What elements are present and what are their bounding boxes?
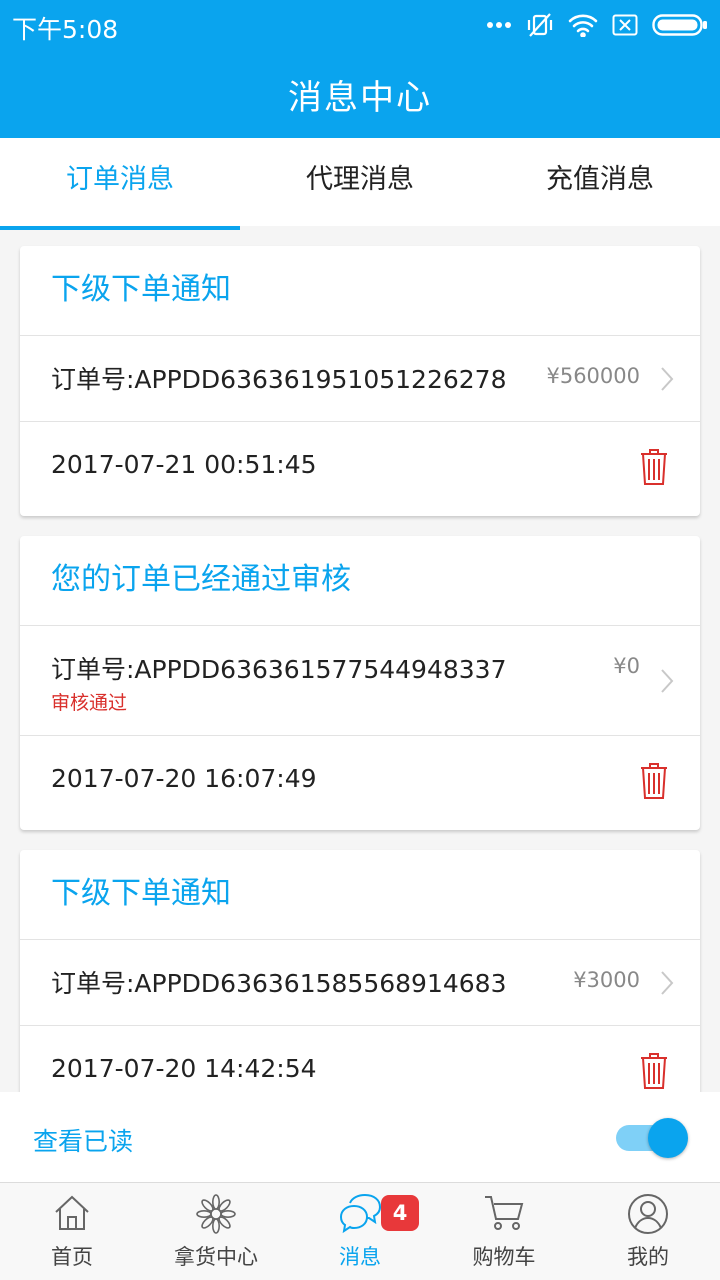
message-tabs: 订单消息 代理消息 充值消息 [0,138,720,230]
message-date: 2017-07-21 00:51:45 [51,450,317,479]
message-date: 2017-07-20 14:42:54 [51,1054,317,1083]
nav-messages[interactable]: 4 消息 [288,1183,432,1280]
trash-icon[interactable] [640,762,668,804]
chat-bubbles-icon [339,1193,382,1234]
profile-icon [628,1194,668,1234]
tab-recharge-messages[interactable]: 充值消息 [480,138,720,226]
show-read-label: 查看已读 [33,1127,134,1156]
message-card: 下级下单通知 订单号:APPDD636361585568914683 ¥3000… [20,850,700,1092]
status-time: 下午5:08 [12,15,119,44]
sim-off-icon [612,14,638,36]
date-row: 2017-07-21 00:51:45 [20,422,700,516]
flower-icon [196,1194,236,1234]
order-row[interactable]: 订单号:APPDD636361577544948337 审核通过 ¥0 [20,626,700,736]
app-header: 下午5:08 消息中心 [0,0,720,138]
order-price: ¥0 [613,654,640,678]
order-number: 订单号:APPDD636361951051226278 [51,365,507,394]
nav-label: 首页 [51,1245,93,1269]
order-status: 审核通过 [51,692,128,714]
message-list[interactable]: 下级下单通知 订单号:APPDD636361951051226278 ¥5600… [0,226,720,1092]
message-title: 下级下单通知 [20,850,700,940]
message-title: 下级下单通知 [20,246,700,336]
order-price: ¥560000 [546,364,640,388]
message-title: 您的订单已经通过审核 [20,536,700,626]
nav-stock-center[interactable]: 拿货中心 [144,1183,288,1280]
nav-profile[interactable]: 我的 [576,1183,720,1280]
show-read-bar: 查看已读 [0,1092,720,1182]
message-card: 您的订单已经通过审核 订单号:APPDD636361577544948337 审… [20,536,700,830]
trash-icon[interactable] [640,448,668,490]
order-number: 订单号:APPDD636361585568914683 [51,969,507,998]
wifi-icon [568,13,598,37]
status-icons [486,10,708,40]
message-card: 下级下单通知 订单号:APPDD636361951051226278 ¥5600… [20,246,700,516]
chevron-right-icon [660,970,674,1000]
order-row[interactable]: 订单号:APPDD636361951051226278 ¥560000 [20,336,700,422]
chevron-right-icon [660,668,674,698]
vibrate-off-icon [526,11,554,39]
trash-icon[interactable] [640,1052,668,1092]
date-row: 2017-07-20 16:07:49 [20,736,700,830]
toggle-knob [648,1118,688,1158]
cart-icon [485,1196,524,1230]
page-title: 消息中心 [288,78,432,118]
tab-order-messages[interactable]: 订单消息 [0,138,240,230]
nav-home[interactable]: 首页 [0,1183,144,1280]
unread-count-badge: 4 [381,1195,419,1231]
order-number: 订单号:APPDD636361577544948337 [51,655,507,684]
message-date: 2017-07-20 16:07:49 [51,764,317,793]
order-price: ¥3000 [573,968,640,992]
bottom-nav: 首页 拿货中心 4 消息 购物车 我的 [0,1182,720,1280]
show-read-toggle[interactable] [614,1118,690,1158]
status-bar: 下午5:08 [0,0,720,50]
home-icon [55,1195,89,1230]
nav-label: 购物车 [472,1245,536,1269]
battery-icon [652,13,708,37]
nav-label: 我的 [627,1245,669,1269]
nav-label: 消息 [339,1245,381,1269]
nav-cart[interactable]: 购物车 [432,1183,576,1280]
order-row[interactable]: 订单号:APPDD636361585568914683 ¥3000 [20,940,700,1026]
date-row: 2017-07-20 14:42:54 [20,1026,700,1092]
tab-agent-messages[interactable]: 代理消息 [240,138,480,226]
nav-label: 拿货中心 [174,1245,258,1269]
chevron-right-icon [660,366,674,396]
more-dots-icon [486,21,512,29]
